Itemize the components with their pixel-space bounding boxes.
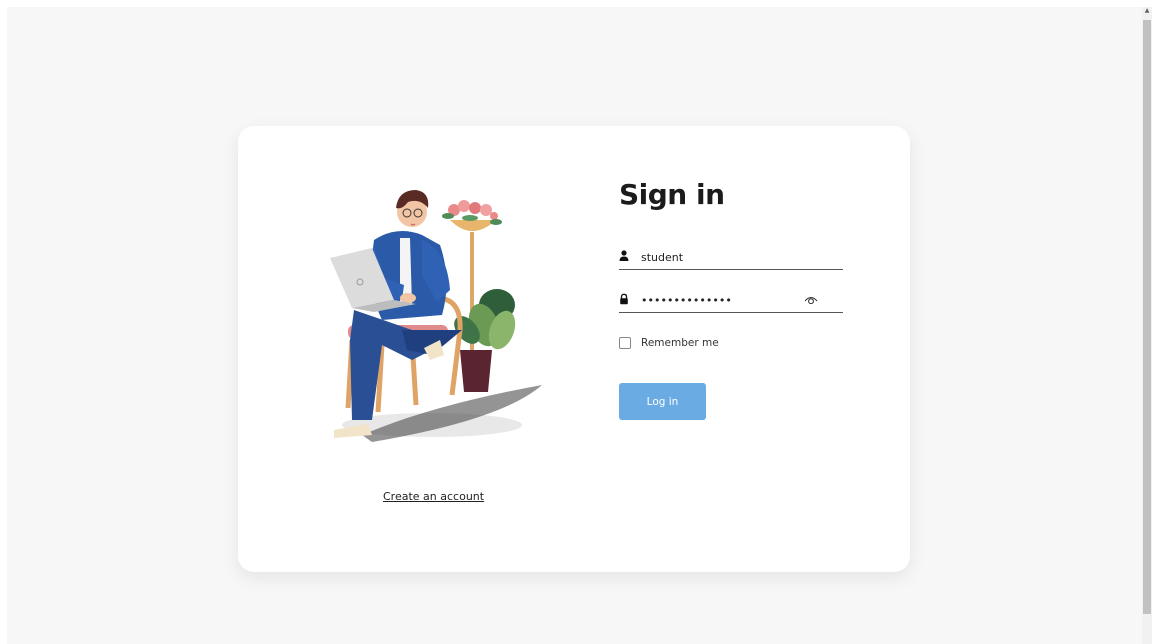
user-icon (619, 250, 629, 261)
remember-me-label: Remember me (641, 337, 719, 349)
lock-icon (620, 293, 628, 305)
remember-me-checkbox[interactable] (619, 337, 631, 349)
password-input[interactable] (641, 290, 811, 310)
page-title: Sign in (619, 178, 725, 211)
login-button[interactable]: Log in (619, 383, 706, 420)
create-account-link[interactable]: Create an account (383, 490, 484, 503)
person-laptop-illustration (330, 190, 542, 442)
username-field (619, 247, 843, 270)
username-input[interactable] (641, 247, 811, 267)
vertical-scrollbar[interactable]: ▲ (1142, 7, 1152, 644)
scrollbar-thumb[interactable] (1143, 20, 1151, 614)
eye-icon[interactable] (804, 295, 818, 305)
password-field (619, 290, 843, 313)
scroll-up-arrow-icon[interactable]: ▲ (1143, 7, 1151, 15)
